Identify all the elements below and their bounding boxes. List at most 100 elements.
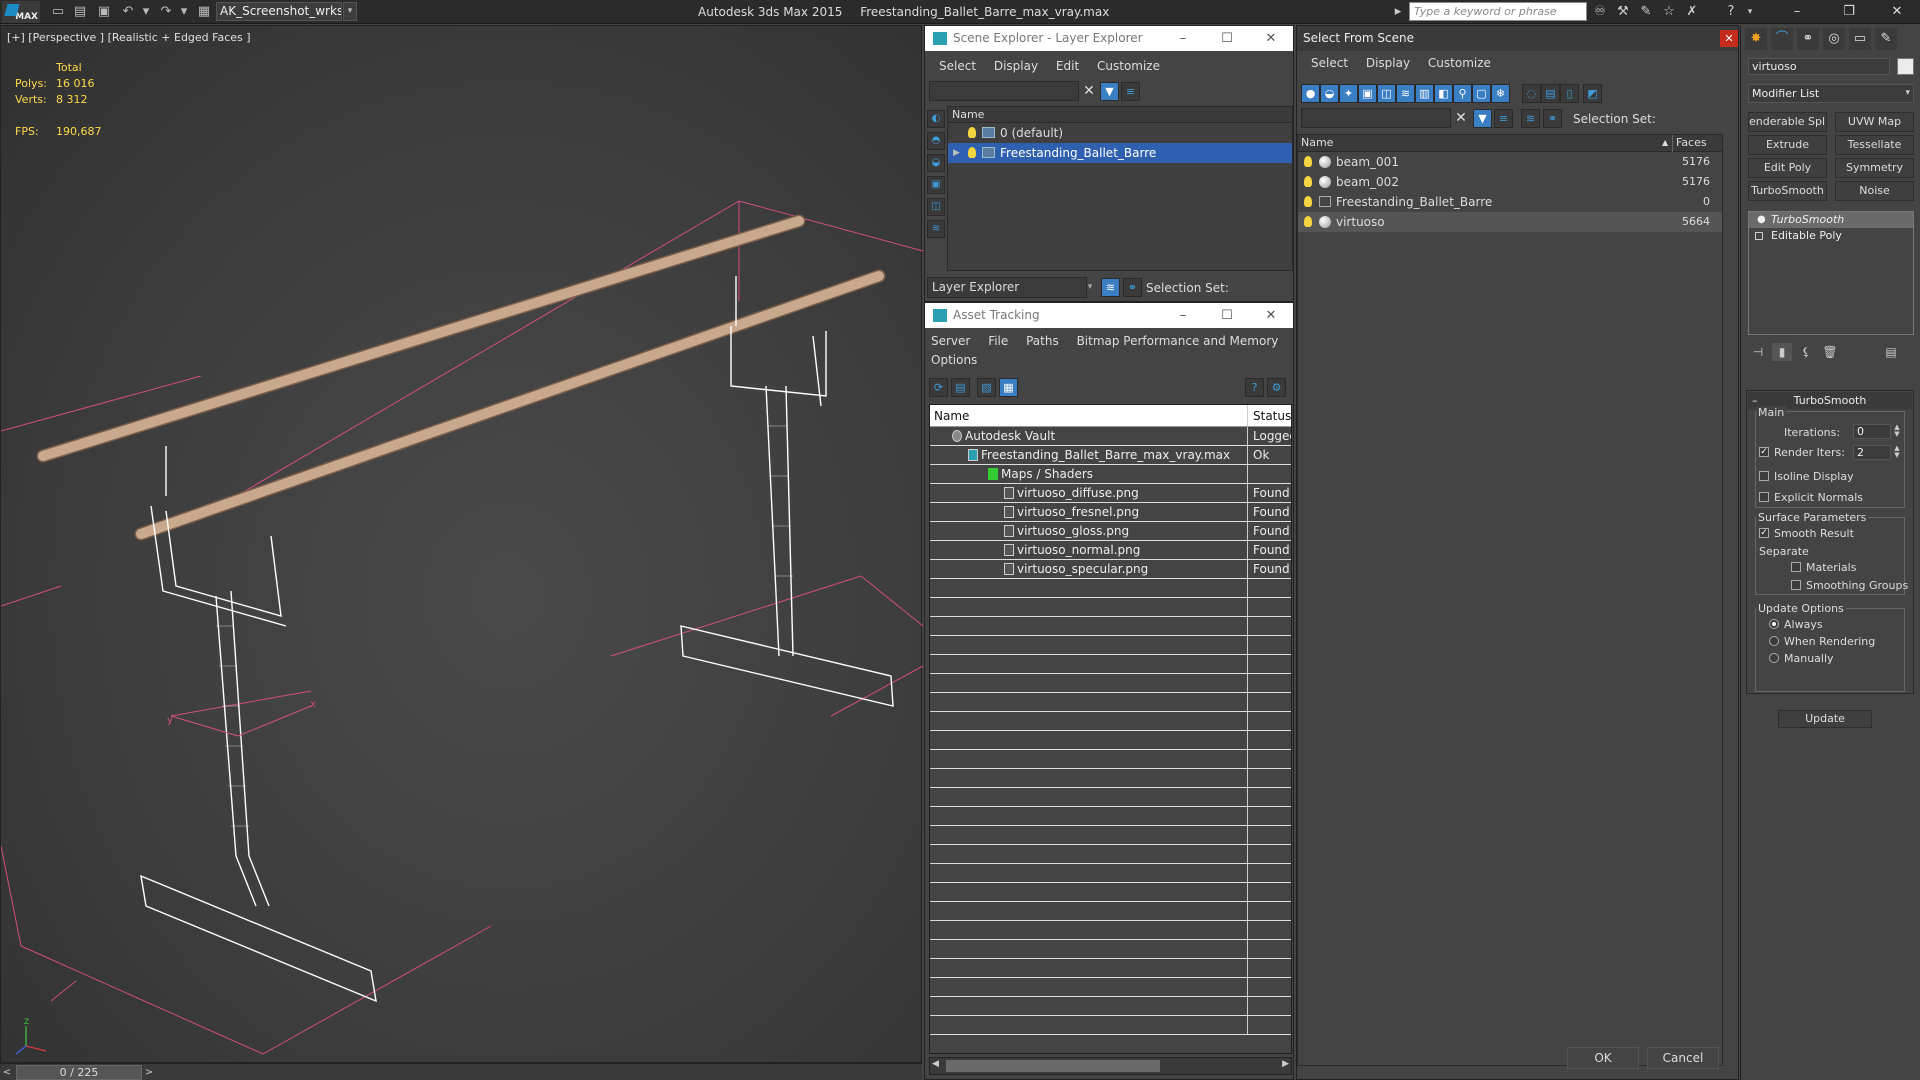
configure-modifier-sets-icon[interactable]: ▤ xyxy=(1881,343,1901,361)
smoothing-groups-checkbox[interactable] xyxy=(1791,580,1801,590)
remove-modifier-icon[interactable]: 🗑 xyxy=(1820,343,1840,361)
menu-bitmap-performance[interactable]: Bitmap Performance and Memory xyxy=(1077,334,1279,348)
time-slider-thumb[interactable]: 0 / 225 xyxy=(16,1065,142,1080)
tessellate-button[interactable]: Tessellate xyxy=(1835,135,1914,155)
layer-search-input[interactable] xyxy=(929,81,1079,101)
stack-item-editable-poly[interactable]: Editable Poly xyxy=(1749,228,1913,244)
renderable-spline-button[interactable]: enderable Spli xyxy=(1748,112,1827,132)
display-lights-icon[interactable]: ◒ xyxy=(927,154,945,172)
iterations-spinner[interactable]: 0 xyxy=(1853,424,1891,439)
app-logo[interactable]: MAX xyxy=(2,1,40,23)
menu-options[interactable]: Options xyxy=(931,353,977,367)
cancel-button[interactable]: Cancel xyxy=(1647,1047,1719,1069)
lightbulb-icon[interactable] xyxy=(968,147,976,158)
display-all-icon[interactable]: ▤ xyxy=(1541,84,1560,103)
keyword-search-input[interactable]: Type a keyword or phrase xyxy=(1409,2,1587,21)
lightbulb-icon[interactable] xyxy=(1304,196,1312,207)
render-iters-spinner[interactable]: 2 xyxy=(1853,445,1891,460)
display-lights-icon[interactable]: ✦ xyxy=(1339,84,1358,103)
ok-button[interactable]: OK xyxy=(1567,1047,1639,1069)
menu-paths[interactable]: Paths xyxy=(1026,334,1059,348)
undo-dropdown-icon[interactable]: ▾ xyxy=(138,4,154,19)
settings-icon[interactable]: ⚙ xyxy=(1267,378,1286,397)
display-containers-icon[interactable]: ▢ xyxy=(1472,84,1491,103)
prev-frame-arrow[interactable]: < xyxy=(0,1065,14,1080)
menu-select[interactable]: Select xyxy=(939,59,976,73)
asset-row-diffuse[interactable]: virtuoso_diffuse.png Found xyxy=(930,484,1291,503)
display-cameras-icon[interactable]: ▣ xyxy=(1358,84,1377,103)
lightbulb-icon[interactable]: ● xyxy=(1757,212,1766,228)
uvw-map-button[interactable]: UVW Map xyxy=(1835,112,1914,132)
asset-tracking-titlebar[interactable]: Asset Tracking – ☐ ✕ xyxy=(925,303,1293,328)
hierarchy-mode-icon[interactable]: ⚭ xyxy=(1123,278,1142,297)
display-frozen-icon[interactable]: ❄ xyxy=(1491,84,1510,103)
display-groups-icon[interactable]: ▥ xyxy=(1415,84,1434,103)
new-file-icon[interactable]: ▭ xyxy=(50,4,66,19)
status-column-header[interactable]: Status xyxy=(1249,405,1291,426)
noise-button[interactable]: Noise xyxy=(1835,181,1914,201)
display-geometry-icon[interactable]: ◓ xyxy=(927,132,945,150)
display-all-icon[interactable]: ◐ xyxy=(927,110,945,128)
help-dropdown-icon[interactable]: ▾ xyxy=(1741,3,1759,21)
menu-edit[interactable]: Edit xyxy=(1056,59,1079,73)
project-folder-icon[interactable]: ▦ xyxy=(196,4,212,19)
time-slider[interactable]: < 0 / 225 > xyxy=(0,1063,922,1080)
filter-icon[interactable]: ▼ xyxy=(1100,82,1119,101)
hierarchy-tab-icon[interactable]: ⚭ xyxy=(1797,28,1819,50)
favorites-star-icon[interactable]: ☆ xyxy=(1660,3,1678,21)
search-arrow-icon[interactable]: ▸ xyxy=(1389,3,1407,21)
expand-box-icon[interactable] xyxy=(1755,232,1763,240)
explicit-normals-checkbox[interactable] xyxy=(1759,492,1769,502)
create-tab-icon[interactable]: ✸ xyxy=(1745,28,1767,50)
menu-server[interactable]: Server xyxy=(931,334,970,348)
update-always-radio[interactable] xyxy=(1769,619,1779,629)
display-hidden-icon[interactable]: ◌ xyxy=(1522,84,1541,103)
display-geometry-icon[interactable]: ● xyxy=(1301,84,1320,103)
update-manually-radio[interactable] xyxy=(1769,653,1779,663)
object-row-freestanding-ballet-barre[interactable]: Freestanding_Ballet_Barre 0 xyxy=(1298,192,1722,212)
menu-file[interactable]: File xyxy=(988,334,1008,348)
next-frame-arrow[interactable]: > xyxy=(142,1065,156,1080)
layer-mode-icon[interactable]: ≋ xyxy=(1101,278,1120,297)
display-helpers-icon[interactable]: ◫ xyxy=(927,198,945,216)
redo-icon[interactable]: ↷ xyxy=(158,4,174,19)
hierarchy-mode-icon[interactable]: ⚭ xyxy=(1543,109,1562,128)
open-folder-icon[interactable]: ▤ xyxy=(72,4,88,19)
asset-row-specular[interactable]: virtuoso_specular.png Found xyxy=(930,560,1291,579)
clear-search-icon[interactable]: ✕ xyxy=(1080,81,1098,101)
object-name-input[interactable]: virtuoso xyxy=(1748,58,1890,75)
render-iters-checkbox[interactable]: ✓ xyxy=(1759,447,1769,457)
faces-column-header[interactable]: Faces xyxy=(1672,135,1707,152)
horizontal-scrollbar[interactable]: ◀ ▶ xyxy=(929,1057,1292,1075)
list-view-icon[interactable]: ▤ xyxy=(951,378,970,397)
maximize-icon[interactable]: ☐ xyxy=(1205,26,1249,51)
invert-display-icon[interactable]: ◩ xyxy=(1583,84,1602,103)
lightbulb-icon[interactable] xyxy=(1304,216,1312,227)
modifier-list-dropdown[interactable]: Modifier List ▾ xyxy=(1748,84,1914,103)
display-bones-icon[interactable]: ⚲ xyxy=(1453,84,1472,103)
isoline-display-checkbox[interactable] xyxy=(1759,471,1769,481)
close-icon[interactable]: ✕ xyxy=(1720,30,1738,47)
modify-tab-icon[interactable]: ⌒ xyxy=(1771,28,1793,50)
undo-icon[interactable]: ↶ xyxy=(120,4,136,19)
stack-item-turbosmooth[interactable]: ● TurboSmooth xyxy=(1749,212,1913,228)
table-view-icon[interactable]: ▦ xyxy=(999,378,1018,397)
chevron-down-icon[interactable]: ▾ xyxy=(1905,85,1910,102)
thumbnail-view-icon[interactable]: ▧ xyxy=(977,378,996,397)
display-tab-icon[interactable]: ▭ xyxy=(1849,28,1871,50)
layer-options-icon[interactable]: ≡ xyxy=(1121,82,1140,101)
display-layers-icon[interactable]: ≋ xyxy=(927,220,945,238)
layer-mode-icon[interactable]: ≋ xyxy=(1521,109,1540,128)
menu-display[interactable]: Display xyxy=(994,59,1038,73)
materials-checkbox[interactable] xyxy=(1791,562,1801,572)
motion-tab-icon[interactable]: ◎ xyxy=(1823,28,1845,50)
tools-icon[interactable]: ✗ xyxy=(1683,3,1701,21)
display-xrefs-icon[interactable]: ◧ xyxy=(1434,84,1453,103)
scene-explorer-titlebar[interactable]: Scene Explorer - Layer Explorer – ☐ ✕ xyxy=(925,26,1293,51)
perspective-viewport[interactable]: x y z [+] [Perspective ] [Realistic + Ed… xyxy=(0,25,923,1063)
menu-customize[interactable]: Customize xyxy=(1097,59,1160,73)
make-unique-icon[interactable]: ⚸ xyxy=(1796,343,1816,361)
restore-icon[interactable]: ❐ xyxy=(1832,2,1866,22)
scroll-left-arrow-icon[interactable]: ◀ xyxy=(932,1059,939,1069)
show-end-result-icon[interactable]: ▮ xyxy=(1772,343,1792,361)
